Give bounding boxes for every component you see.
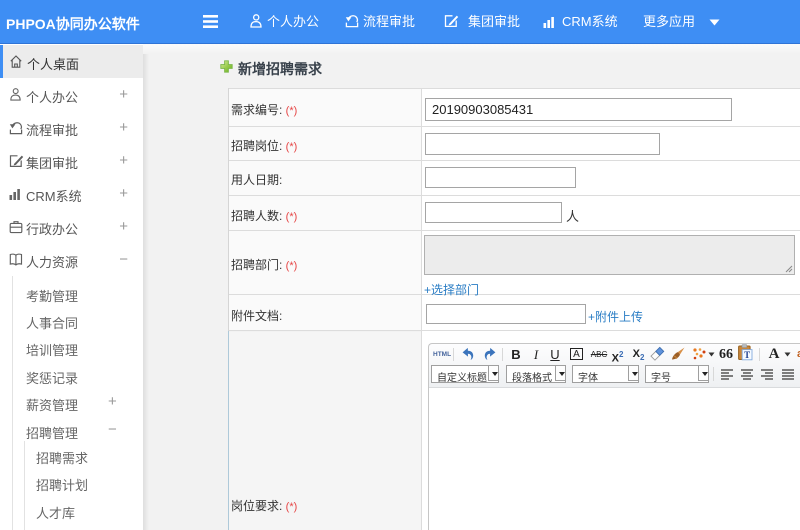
svg-text:T: T: [744, 350, 750, 360]
